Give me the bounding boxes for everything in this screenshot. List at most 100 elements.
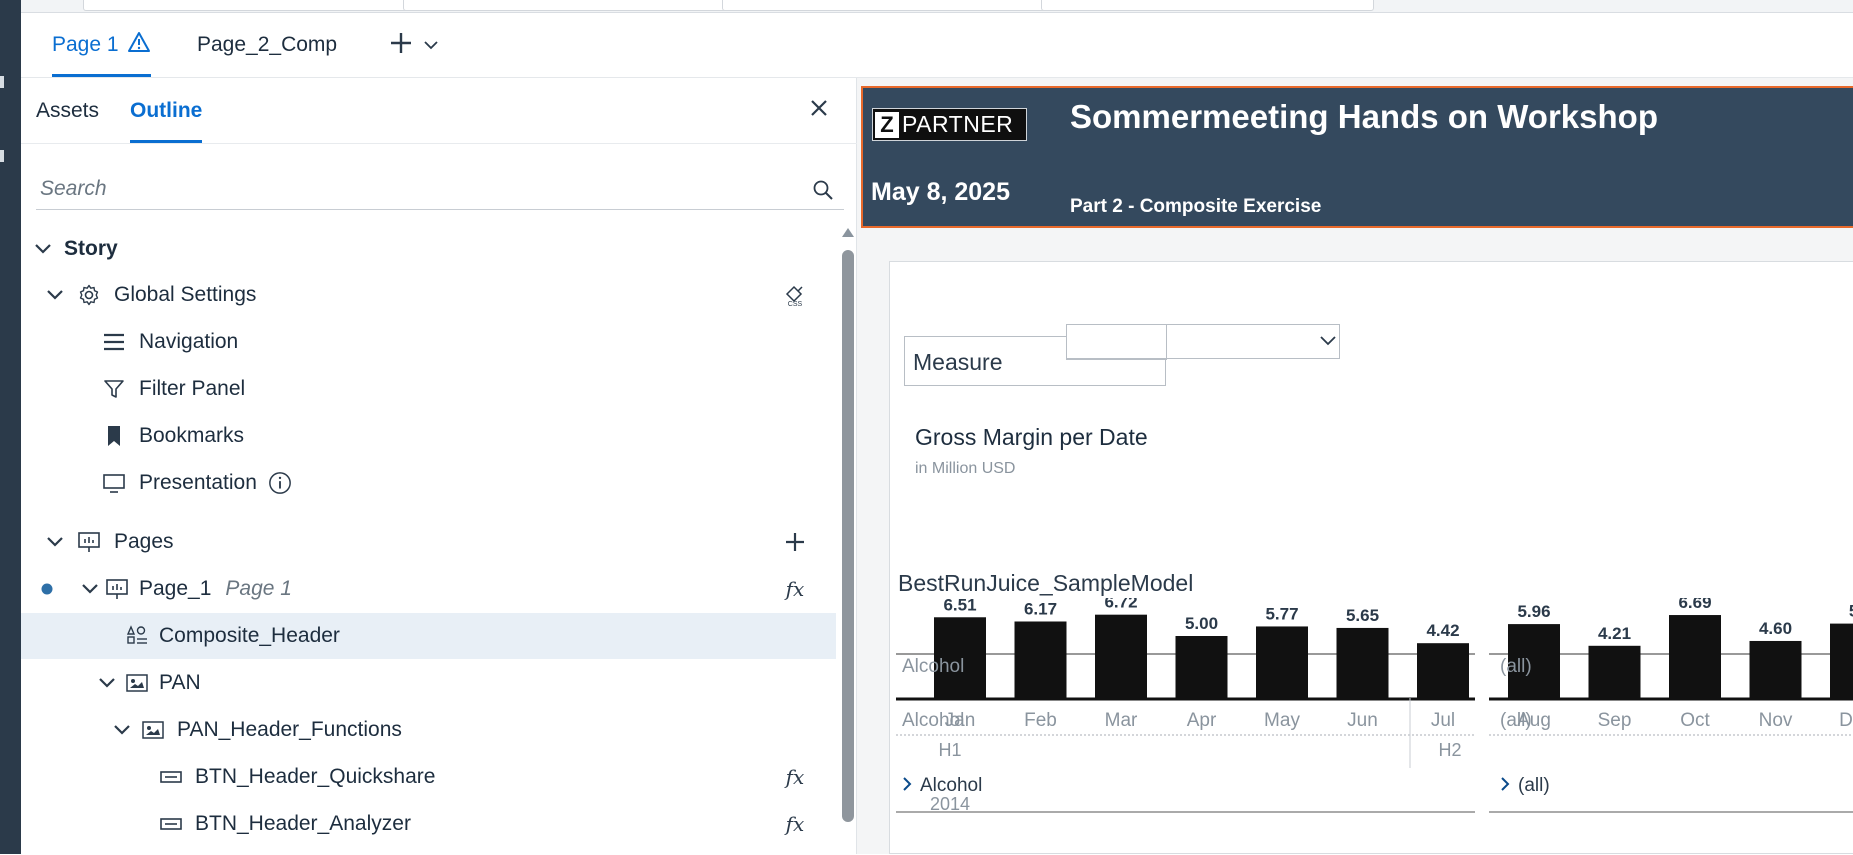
outline-side-panel: Assets Outline Story — [21, 78, 857, 854]
chevron-down-icon — [423, 37, 439, 55]
expand-row-label: Alcohol — [920, 775, 982, 796]
tab-assets[interactable]: Assets — [36, 78, 99, 143]
row-dimension-label: Alcohol — [902, 656, 964, 677]
toolbar-tab-stub[interactable] — [722, 0, 1055, 11]
measure-dropdown-value[interactable] — [1066, 324, 1167, 360]
presentation-board-icon — [105, 577, 129, 601]
bar-value-label: 4.42 — [1426, 621, 1459, 640]
tree-item-presentation[interactable]: Presentation — [21, 460, 836, 506]
chart-title: Gross Margin per Date — [915, 424, 1148, 450]
script-fx-icon[interactable]: 𝑓x — [782, 576, 808, 602]
panel-image-icon — [141, 718, 165, 742]
script-fx-icon[interactable]: 𝑓x — [782, 764, 808, 790]
outline-search — [36, 169, 844, 210]
tree-item-bookmarks[interactable]: Bookmarks — [21, 413, 836, 459]
page-name: Page_1 — [139, 577, 212, 600]
chevron-down-icon[interactable] — [32, 238, 54, 260]
chevron-right-icon — [1501, 777, 1510, 791]
tab-outline[interactable]: Outline — [130, 78, 203, 143]
toolbar-tab-stub[interactable] — [83, 0, 416, 11]
add-page-plus-icon[interactable] — [782, 529, 808, 555]
header-title: Sommermeeting Hands on Workshop — [1070, 98, 1658, 135]
bookmark-icon — [102, 424, 126, 448]
rail-marker — [0, 76, 4, 88]
logo-text: PARTNER — [902, 111, 1014, 137]
side-panel-tabs: Assets Outline — [21, 78, 857, 144]
category-tick-label: Jul — [1431, 710, 1455, 731]
chevron-down-icon[interactable] — [96, 672, 118, 694]
search-input[interactable] — [36, 177, 796, 201]
tree-item-label: Navigation — [139, 330, 239, 353]
bar-value-label: 6.72 — [1104, 598, 1137, 612]
tree-item-btn-header-analyzer[interactable]: BTN_Header_Analyzer 𝑓x — [21, 801, 836, 847]
search-icon[interactable] — [812, 179, 834, 206]
chart-bar — [1830, 623, 1853, 698]
tree-item-label: PAN — [159, 671, 201, 694]
script-fx-icon[interactable]: 𝑓x — [782, 811, 808, 837]
chevron-down-icon[interactable] — [44, 284, 66, 306]
chevron-down-icon[interactable] — [79, 578, 101, 600]
half-label: H2 — [1438, 740, 1461, 760]
css-icon[interactable]: CSS — [782, 282, 808, 308]
tree-item-label: BTN_Header_Analyzer — [195, 812, 411, 835]
rail-marker — [0, 150, 4, 162]
tree-item-story[interactable]: Story — [21, 226, 836, 272]
toolbar-tab-stub[interactable] — [403, 0, 736, 11]
toolbar-tab-stub[interactable] — [1041, 0, 1374, 11]
composite-icon — [125, 624, 149, 648]
page-title: Page 1 — [225, 577, 292, 600]
expand-row-label: (all) — [1518, 775, 1550, 796]
top-toolbar-strip — [21, 0, 1853, 13]
half-label: H1 — [938, 740, 961, 760]
chart-bar — [1175, 636, 1228, 698]
close-panel-button[interactable] — [805, 96, 833, 124]
tree-item-label: Filter Panel — [139, 377, 246, 400]
tree-item-pages[interactable]: Pages — [21, 519, 836, 565]
tree-item-label: Pages — [114, 530, 174, 553]
composite-header-widget[interactable]: Z PARTNER Sommermeeting Hands on Worksho… — [861, 86, 1853, 228]
gross-margin-bar-chart[interactable]: 6.51Jan6.17Feb6.72Mar5.00Apr5.77May5.65J… — [890, 598, 1853, 855]
chart-bar — [1256, 626, 1308, 698]
outline-scrollbar[interactable] — [840, 228, 857, 854]
tree-item-btn-header-quickshare[interactable]: BTN_Header_Quickshare 𝑓x — [21, 754, 836, 800]
tree-item-label: Presentation — [139, 471, 257, 494]
css-badge-text: CSS — [788, 301, 803, 308]
tree-item-navigation[interactable]: Navigation — [21, 319, 836, 365]
category-tick-label: Jun — [1347, 710, 1378, 731]
close-icon — [809, 98, 829, 123]
tree-item-page-1[interactable]: Page_1 Page 1 𝑓x — [21, 566, 836, 612]
tree-item-pan-header-functions[interactable]: PAN_Header_Functions — [21, 707, 836, 753]
tree-item-pan[interactable]: PAN — [21, 660, 836, 706]
story-canvas: Z PARTNER Sommermeeting Hands on Worksho… — [857, 78, 1853, 854]
chart-bar — [1336, 627, 1389, 698]
chevron-down-icon[interactable] — [111, 719, 133, 741]
scroll-thumb[interactable] — [842, 250, 854, 822]
panel-image-icon — [125, 671, 149, 695]
bar-value-label: 5.65 — [1346, 606, 1379, 625]
row-dimension-label: Alcohol — [902, 710, 964, 731]
header-date: May 8, 2025 — [871, 178, 1010, 206]
tree-item-label: BTN_Header_Quickshare — [195, 765, 436, 788]
chevron-right-icon — [903, 777, 912, 791]
chevron-down-icon[interactable] — [44, 531, 66, 553]
menu-lines-icon — [102, 330, 126, 354]
info-icon[interactable] — [268, 471, 292, 495]
tree-item-global-settings[interactable]: Global Settings CSS — [21, 272, 836, 318]
chart-subtitle: in Million USD — [915, 460, 1016, 477]
tree-item-filter-panel[interactable]: Filter Panel — [21, 366, 836, 412]
tab-page-2-comp[interactable]: Page_2_Comp — [197, 13, 337, 77]
scroll-up-arrow-icon[interactable] — [842, 228, 854, 237]
tab-label: Page 1 — [52, 33, 119, 56]
category-tick-label: Nov — [1759, 710, 1793, 731]
category-tick-label: Feb — [1024, 710, 1057, 731]
content-card: Measure Gross Margin per Date in Million… — [889, 261, 1853, 854]
chevron-down-icon[interactable] — [1318, 334, 1338, 353]
tab-page-1[interactable]: Page 1 — [52, 13, 151, 77]
chart-bar — [1749, 640, 1802, 698]
chart-bar — [1669, 615, 1721, 698]
add-page-button[interactable] — [389, 31, 439, 60]
button-widget-icon — [159, 812, 183, 836]
warning-icon — [127, 31, 151, 59]
tree-item-composite-header[interactable]: Composite_Header — [21, 613, 836, 659]
year-label: 2014 — [930, 794, 970, 814]
